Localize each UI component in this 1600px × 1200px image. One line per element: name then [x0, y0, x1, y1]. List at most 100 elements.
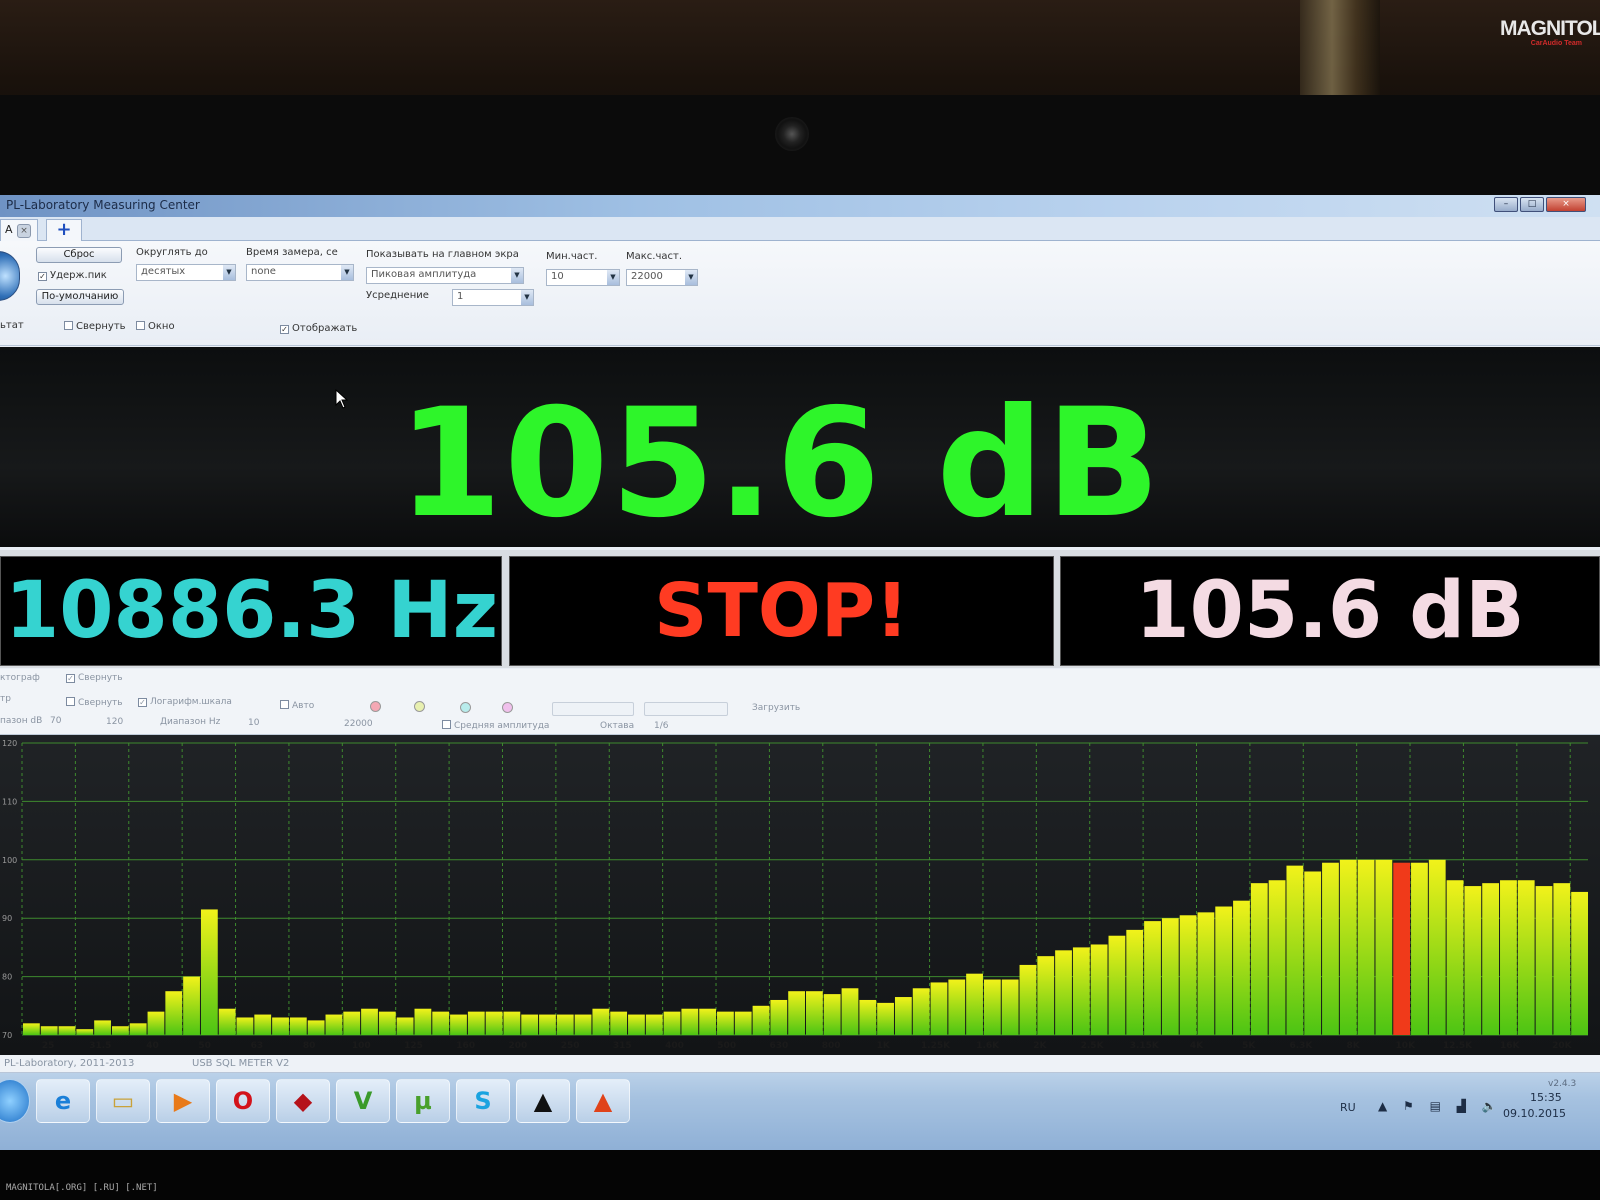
- x-tick-label: 2.5K: [1081, 1041, 1105, 1051]
- min-freq-select[interactable]: 10 ▼: [546, 269, 620, 286]
- auto-checkbox[interactable]: Авто: [280, 700, 314, 711]
- spectrum-collapse-checkbox[interactable]: ✓ Свернуть: [66, 673, 123, 683]
- spectrum-bar: [343, 1011, 361, 1035]
- window-titlebar[interactable]: PL-Laboratory Measuring Center – □ ×: [0, 195, 1600, 217]
- log-scale-checkbox[interactable]: ✓ Логарифм.шкала: [138, 697, 232, 707]
- series-color-yellow-icon[interactable]: [414, 701, 425, 712]
- x-tick-label: 8K: [1346, 1041, 1360, 1051]
- spectrum-bar: [859, 999, 877, 1035]
- x-tick-label: 2K: [1033, 1041, 1047, 1051]
- media-player-icon[interactable]: ▶: [156, 1079, 210, 1123]
- spectrum-bar: [574, 1014, 592, 1035]
- avg-amp-checkbox[interactable]: Средняя амплитуда: [442, 720, 549, 731]
- spectrum-bar: [218, 1008, 236, 1035]
- main-db-readout: 105.6 dB: [397, 377, 1163, 551]
- octave-label: Октава: [600, 721, 635, 731]
- spectrum-bar: [165, 991, 183, 1035]
- site-watermark: MAGNITOLA[.ORG] [.RU] [.NET]: [6, 1183, 158, 1193]
- clock-date[interactable]: 09.10.2015: [1503, 1107, 1566, 1120]
- x-tick-label: 6.3K: [1289, 1041, 1313, 1051]
- reset-button[interactable]: Сброс: [36, 247, 122, 263]
- vector-icon[interactable]: V: [336, 1079, 390, 1123]
- octave-value[interactable]: 1/6: [654, 721, 668, 731]
- default-button[interactable]: По-умолчанию: [36, 289, 124, 305]
- skype-icon[interactable]: S: [456, 1079, 510, 1123]
- brand-logo-subtitle: CarAudio Team: [1530, 40, 1582, 47]
- min-freq-value: 10: [551, 271, 564, 282]
- spectrum-action-button-1[interactable]: [552, 702, 634, 716]
- device-name: USB SQL METER V2: [192, 1058, 290, 1069]
- collapse-checkbox[interactable]: Свернуть: [64, 321, 126, 332]
- spectrum-bar: [592, 1008, 610, 1035]
- measure-time-select[interactable]: none ▼: [246, 264, 354, 281]
- spectrum-bar: [948, 979, 966, 1035]
- averaging-select[interactable]: 1 ▼: [452, 289, 534, 306]
- tab-close-icon[interactable]: ×: [17, 224, 31, 238]
- spectrum-bar: [1268, 880, 1286, 1035]
- readout-row: 10886.3 Hz STOP! 105.6 dB: [0, 550, 1600, 668]
- chevron-down-icon: ▼: [341, 265, 353, 280]
- window-check-icon: [136, 321, 145, 330]
- hold-peak-checkbox[interactable]: ✓ Удерж.пик: [38, 270, 107, 281]
- max-freq-label: Макс.част.: [626, 251, 683, 262]
- app-status-bar: PL-Laboratory, 2011-2013 USB SQL METER V…: [0, 1055, 1600, 1073]
- transformers-icon[interactable]: ◆: [276, 1079, 330, 1123]
- start-measure-icon[interactable]: [0, 251, 20, 301]
- spectrum-collapse-label: Свернуть: [78, 673, 123, 683]
- spectrum-bar: [396, 1017, 414, 1035]
- status-readout: STOP!: [509, 556, 1054, 666]
- maximize-button[interactable]: □: [1520, 197, 1544, 212]
- round-to-value: десятых: [141, 266, 186, 277]
- log-scale-check-icon: ✓: [138, 698, 147, 707]
- show-main-label: Показывать на главном экра: [366, 249, 519, 260]
- opera-icon[interactable]: O: [216, 1079, 270, 1123]
- max-freq-select[interactable]: 22000 ▼: [626, 269, 698, 286]
- window-title: PL-Laboratory Measuring Center: [6, 198, 200, 212]
- spectrum-bar: [503, 1011, 521, 1035]
- spectrum-bar: [111, 1026, 129, 1035]
- range-db-max[interactable]: 120: [106, 717, 123, 727]
- nav-app-icon[interactable]: ▲: [516, 1079, 570, 1123]
- spectrum-bar: [717, 1011, 734, 1035]
- series-color-cyan-icon[interactable]: [460, 702, 471, 713]
- range-hz-max[interactable]: 22000: [344, 719, 373, 729]
- taskbar: PL-Laboratory, 2011-2013 USB SQL METER V…: [0, 1055, 1600, 1150]
- range-hz-min[interactable]: 10: [248, 718, 259, 728]
- window-checkbox[interactable]: Окно: [136, 321, 175, 332]
- spectrum-bar: [556, 1014, 574, 1035]
- spectrum-bar: [806, 991, 823, 1035]
- series-color-red-icon[interactable]: [370, 701, 381, 712]
- clock-time[interactable]: 15:35: [1530, 1091, 1562, 1104]
- show-main-select[interactable]: Пиковая амплитуда ▼: [366, 267, 524, 284]
- round-to-label: Округлять до: [136, 247, 208, 258]
- measuring-app-icon[interactable]: ▲: [576, 1079, 630, 1123]
- tab-main-label: A: [5, 223, 13, 236]
- x-tick-label: 31.5: [89, 1041, 111, 1051]
- series-color-pink-icon[interactable]: [502, 702, 513, 713]
- range-db-min[interactable]: 70: [50, 716, 61, 726]
- spectrum-bar: [539, 1014, 556, 1035]
- display-label: Отображать: [292, 323, 358, 334]
- x-tick-label: 4K: [1190, 1041, 1204, 1051]
- filter-collapse-checkbox[interactable]: Свернуть: [66, 697, 123, 708]
- minimize-button[interactable]: –: [1494, 197, 1518, 212]
- spectrum-bar: [1019, 964, 1037, 1035]
- spectrum-bar: [183, 976, 200, 1035]
- windows-start-icon[interactable]: [0, 1079, 30, 1123]
- language-indicator[interactable]: RU: [1340, 1101, 1356, 1114]
- tab-main[interactable]: A ×: [0, 219, 38, 241]
- spectrum-action-button-2[interactable]: [644, 702, 728, 716]
- internet-explorer-icon[interactable]: e: [36, 1079, 90, 1123]
- spectrum-bar: [1411, 862, 1428, 1035]
- display-checkbox[interactable]: ✓ Отображать: [280, 323, 357, 334]
- utorrent-icon[interactable]: µ: [396, 1079, 450, 1123]
- folder-icon[interactable]: ▭: [96, 1079, 150, 1123]
- spectrum-bar: [1161, 918, 1179, 1035]
- close-button[interactable]: ×: [1546, 197, 1586, 212]
- system-tray-icons[interactable]: ▲ ⚑ ▤ ▟ 🔈: [1378, 1099, 1503, 1113]
- round-to-select[interactable]: десятых ▼: [136, 264, 236, 281]
- add-tab-button[interactable]: +: [46, 219, 82, 241]
- spectrum-bar: [1233, 900, 1250, 1035]
- load-link[interactable]: Загрузить: [752, 703, 800, 713]
- spectrum-bar: [734, 1011, 752, 1035]
